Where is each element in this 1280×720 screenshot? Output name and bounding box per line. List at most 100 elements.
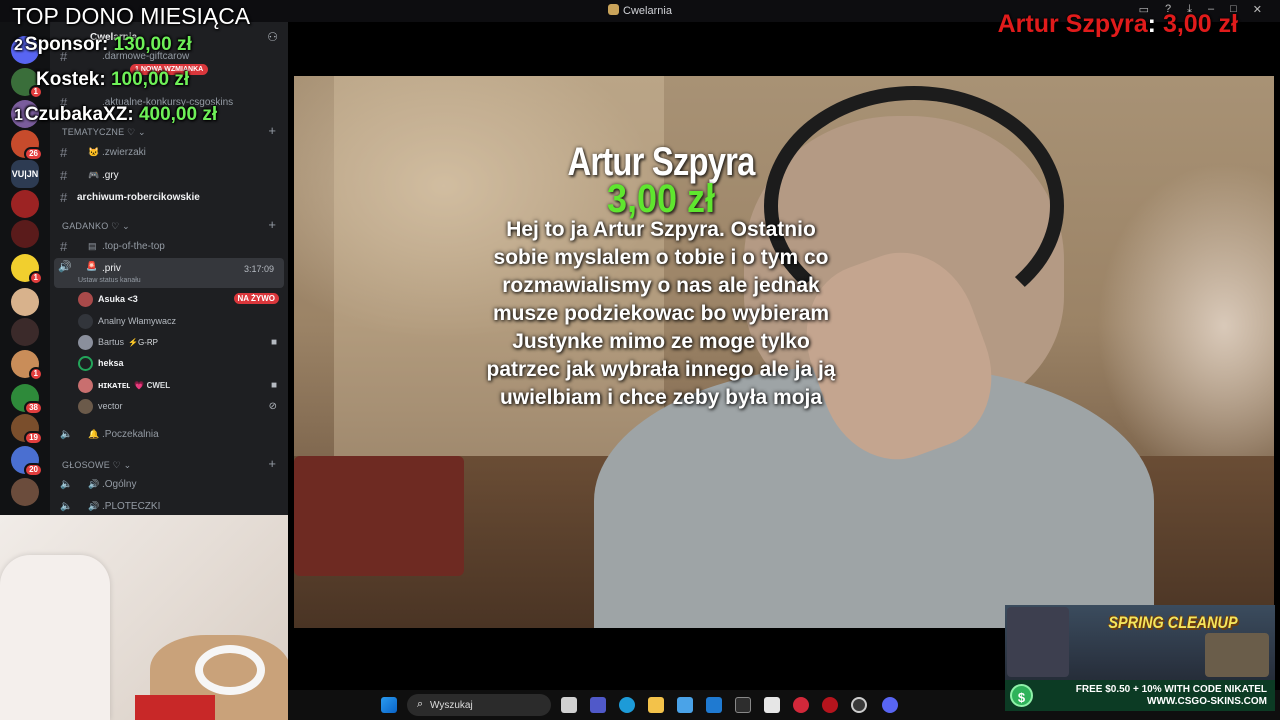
muted-icon: ⊘ (268, 401, 277, 412)
server-icon[interactable]: 1 (11, 350, 43, 381)
cat-ear-headset (195, 645, 265, 695)
donor-entry: Kostek: 100,00 zł (36, 69, 190, 90)
speaker-icon: 🔈 (60, 479, 73, 490)
alert-message: Hej to ja Artur Szpyra. Ostatnio sobie m… (486, 218, 836, 409)
discord-icon[interactable] (882, 697, 898, 713)
server-icon[interactable]: 26 (11, 130, 43, 161)
add-channel-icon[interactable]: + (268, 456, 276, 471)
voice-channel[interactable]: 🔈 🔔 .Poczekalnia (50, 424, 288, 444)
channel-sidebar: Cwelarnia ⚇ 1 NOWA WZMIANKA # .darmowe-gi… (50, 22, 288, 515)
start-icon[interactable] (381, 697, 397, 713)
voice-member[interactable]: Analny Włamywacz (78, 312, 283, 332)
ad-url: WWW.CSGO-SKINS.COM (1147, 696, 1267, 707)
teams-icon[interactable] (590, 697, 606, 713)
stream-screen: Cwelarnia ▭ ? ⤓ – □ ✕ 1 26 VU|JN 1 1 38 … (0, 0, 1280, 720)
voice-member[interactable]: heksa (78, 354, 283, 374)
speaker-emoji-icon: 🔊 (88, 501, 100, 511)
server-icon[interactable] (11, 190, 39, 218)
hash-icon: # (60, 190, 68, 205)
add-member-icon[interactable]: ⚇ (267, 30, 278, 44)
server-icon-vujn[interactable]: VU|JN (11, 160, 39, 188)
camera-icon: ■ (270, 337, 277, 348)
speaker-icon: 🔊 (58, 261, 72, 273)
add-channel-icon[interactable]: + (268, 217, 276, 232)
file-explorer-icon[interactable] (648, 697, 664, 713)
speaker-emoji-icon: 🔊 (88, 479, 100, 489)
server-icon[interactable] (11, 318, 39, 346)
voice-channel[interactable]: 🔈 🔊 .Ogólny (50, 474, 288, 494)
category-glosowe[interactable]: GŁOSOWE ♡ ⌄ (62, 460, 131, 471)
call-timer: 3:17:09 (243, 264, 274, 274)
donation-alert: Artur Szpyra 3,00 zł Hej to ja Artur Szp… (478, 140, 844, 412)
gaming-chair (0, 555, 110, 720)
close-button[interactable]: ✕ (1253, 3, 1262, 16)
ad-headline: SPRING CLEANUP (1108, 613, 1238, 632)
voice-member[interactable]: Bartus ⚡G-RP ■ (78, 333, 283, 353)
hash-icon: # (60, 168, 68, 183)
avatar (78, 378, 93, 393)
opera-icon[interactable] (822, 697, 838, 713)
cat-emoji-icon: 🐱 (88, 147, 100, 157)
task-view-icon[interactable] (561, 697, 577, 713)
server-icon[interactable]: 20 (11, 446, 43, 477)
server-icon[interactable]: 1 (11, 68, 43, 99)
voice-member[interactable]: vector ⊘ (78, 397, 283, 417)
voice-channel[interactable]: 🔈 🔊 .PLOTECZKI (50, 496, 288, 516)
server-icon[interactable] (11, 220, 39, 248)
opera-gx-icon[interactable] (793, 697, 809, 713)
server-icon[interactable] (11, 478, 39, 506)
avatar (78, 356, 93, 371)
edge-icon[interactable] (619, 697, 635, 713)
ad-promo-strip: $ FREE $0.50 + 10% WITH CODE NIKATEL WWW… (1005, 680, 1275, 711)
category-gadanko[interactable]: GADANKO ♡ ⌄ (62, 221, 130, 232)
cwelarnia-app-icon (608, 4, 620, 15)
channel-item[interactable]: # ▤ .top-of-the-top (50, 236, 288, 256)
hash-icon: # (60, 239, 68, 254)
store-icon[interactable] (677, 697, 693, 713)
secondary-webcam-feed (0, 515, 288, 720)
channel-item[interactable]: # 🎮 .gry (50, 165, 288, 185)
dollar-coin-icon: $ (1010, 684, 1033, 707)
mail-icon[interactable] (706, 697, 722, 713)
window-title: Cwelarnia (623, 5, 672, 17)
app-icon[interactable] (735, 697, 751, 713)
app-icon[interactable] (764, 697, 780, 713)
avatar (78, 399, 93, 414)
voice-member[interactable]: Asuka <3 NA ŻYWO (78, 290, 283, 310)
server-icon[interactable]: 38 (11, 384, 43, 415)
avatar (78, 314, 93, 329)
server-icon[interactable]: 19 (11, 414, 43, 445)
speaker-icon: 🔈 (60, 429, 73, 440)
voice-channel-priv[interactable]: 🔊 🚨 .priv 3:17:09 Ustaw status kanału (54, 258, 284, 288)
speaker-icon: 🔈 (60, 501, 73, 512)
donor-entry: 1 CzubakaXZ: 400,00 zł (14, 104, 218, 125)
ad-scene (1205, 633, 1269, 677)
search-icon: ⌕ (417, 698, 424, 710)
channel-status[interactable]: Ustaw status kanału (78, 277, 141, 284)
voice-member[interactable]: ʜɪᴋᴀᴛᴇʟ 💗 CWEL ■ (78, 376, 283, 396)
server-icon[interactable]: 1 (11, 254, 43, 285)
ad-promo-text: FREE $0.50 + 10% WITH CODE NIKATEL (1075, 684, 1267, 695)
ad-character (1007, 607, 1069, 677)
lock-emoji-icon: 🚨 (86, 261, 98, 271)
channel-item[interactable]: # archiwum-robercikowskie (50, 187, 288, 207)
gamepad-icon: 🎮 (88, 170, 100, 180)
obs-icon[interactable] (851, 697, 867, 713)
bell-emoji-icon: 🔔 (88, 429, 100, 439)
donor-entry: 2 Sponsor: 130,00 zł (14, 34, 192, 55)
server-icon[interactable] (11, 288, 39, 316)
last-donation-overlay: Artur Szpyra: 3,00 zł (997, 10, 1238, 38)
add-channel-icon[interactable]: + (268, 123, 276, 138)
taskbar-search[interactable]: ⌕ Wyszukaj (407, 694, 551, 716)
channel-item[interactable]: # 🐱 .zwierzaki (50, 142, 288, 162)
sponsor-ad-banner: SPRING CLEANUP $ FREE $0.50 + 10% WITH C… (1005, 605, 1275, 711)
page-icon: ▤ (88, 241, 97, 251)
red-top (135, 695, 215, 720)
alert-amount: 3,00 zł (606, 177, 716, 221)
avatar (78, 335, 93, 350)
server-rail: 1 26 VU|JN 1 1 38 19 20 (0, 22, 50, 515)
camera-icon: ■ (270, 380, 277, 391)
category-tematyczne[interactable]: TEMATYCZNE ♡ ⌄ (62, 127, 146, 138)
top-donors-title: TOP DONO MIESIĄCA (12, 3, 251, 29)
avatar (78, 292, 93, 307)
